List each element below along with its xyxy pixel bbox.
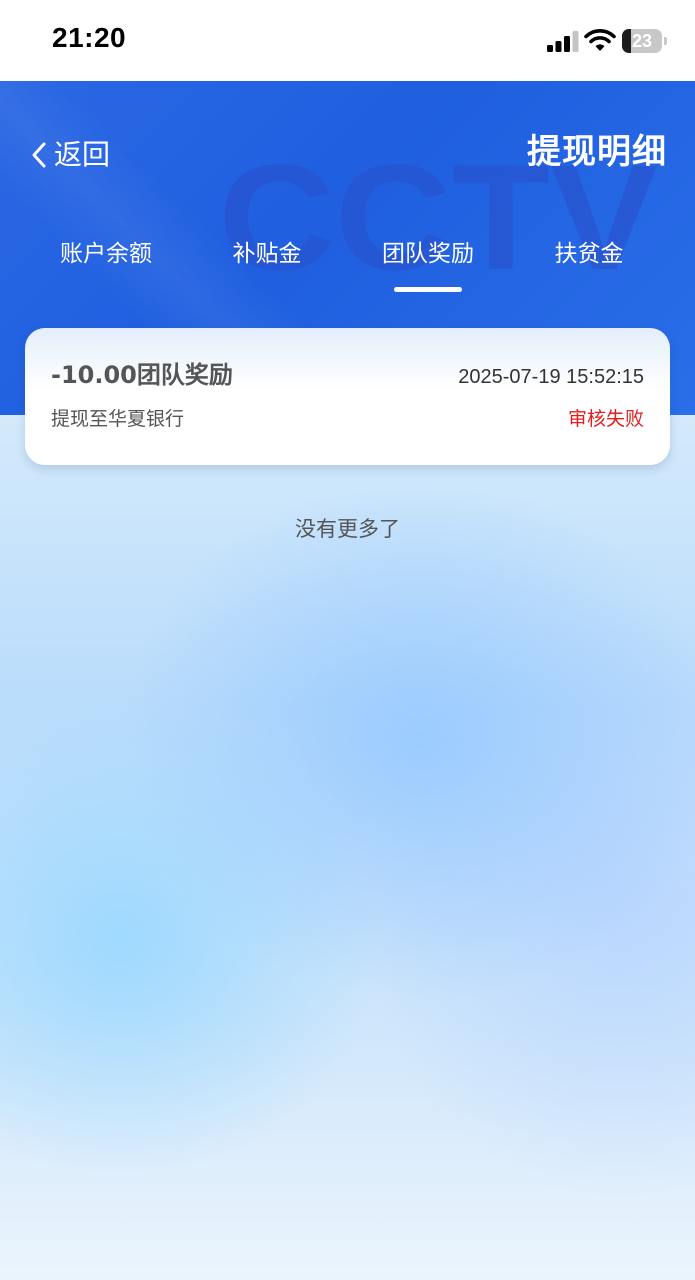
tab-subsidy[interactable]: 补贴金 (182, 231, 352, 277)
active-tab-indicator (394, 287, 462, 292)
record-status-badge: 审核失败 (567, 408, 644, 430)
battery-cap (664, 37, 667, 45)
withdrawal-record-card[interactable]: -10.00团队奖励 2025-07-19 15:52:15 提现至华夏银行 审… (25, 328, 670, 465)
status-bar: 21:20 23 (0, 0, 695, 81)
record-amount-title: -10.00团队奖励 (51, 361, 233, 389)
battery-body: 23 (622, 29, 662, 53)
wifi-icon (584, 29, 616, 51)
tab-account-balance[interactable]: 账户余额 (21, 231, 191, 277)
chevron-left-icon (32, 142, 46, 168)
status-time: 21:20 (52, 22, 127, 53)
record-destination: 提现至华夏银行 (51, 408, 185, 430)
back-label: 返回 (54, 138, 111, 171)
record-timestamp: 2025-07-19 15:52:15 (458, 366, 644, 388)
tab-poverty-relief[interactable]: 扶贫金 (504, 231, 674, 277)
page-title: 提现明细 (527, 132, 667, 172)
list-end-message: 没有更多了 (295, 517, 400, 541)
tab-team-reward[interactable]: 团队奖励 (343, 231, 513, 277)
battery-level: 23 (631, 31, 653, 51)
tab-bar: 账户余额 补贴金 团队奖励 扶贫金 (0, 231, 695, 301)
signal-icon (547, 31, 579, 52)
battery-icon: 23 (622, 29, 668, 53)
back-button[interactable]: 返回 (30, 135, 110, 175)
